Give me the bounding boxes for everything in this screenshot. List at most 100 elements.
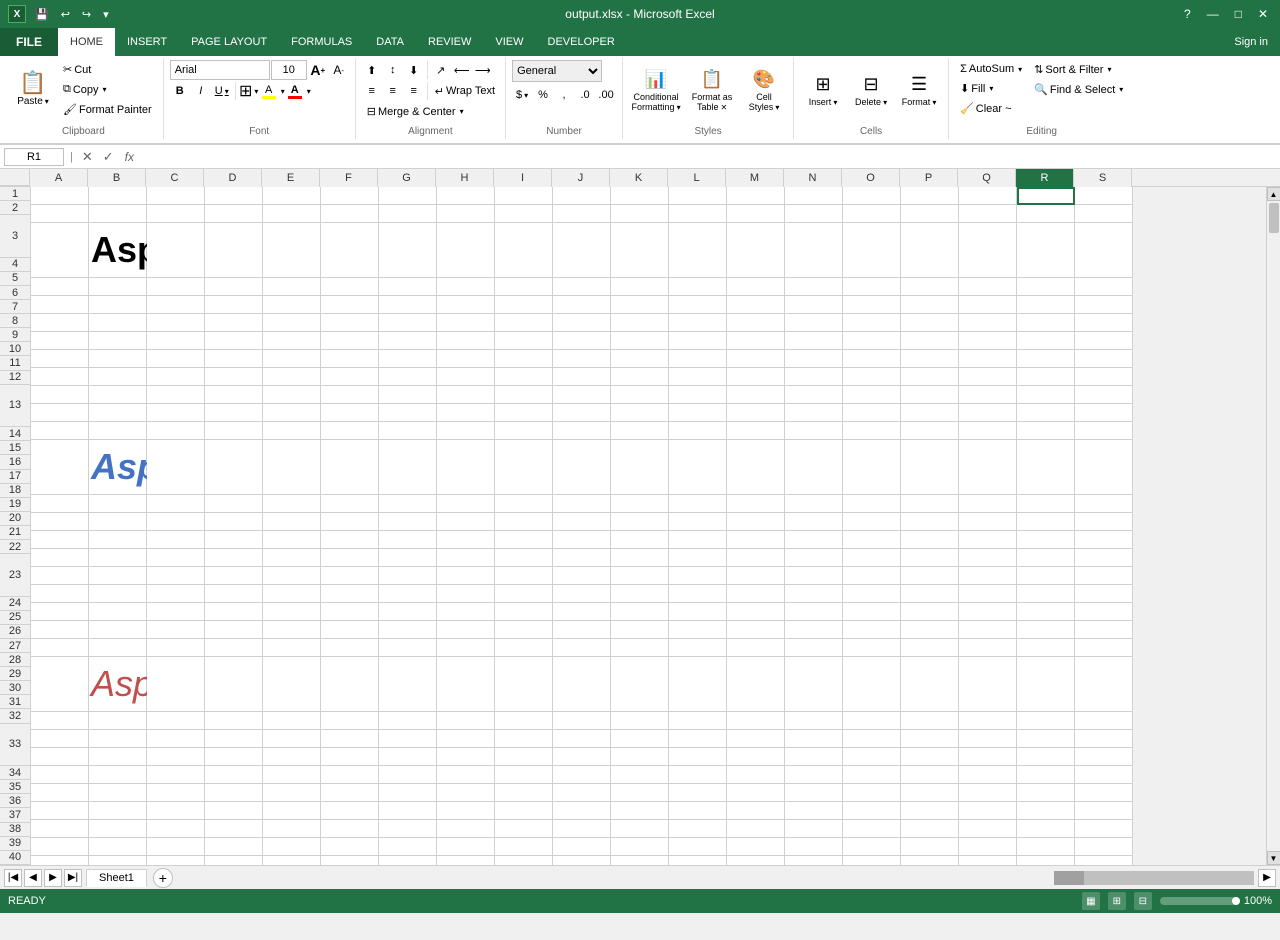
row-header-24[interactable]: 24 [0, 597, 30, 611]
row-header-30[interactable]: 30 [0, 681, 30, 695]
cell-I8[interactable] [495, 350, 553, 368]
cell-G13[interactable] [379, 440, 437, 495]
cell-C24[interactable] [147, 712, 205, 730]
cell-H29[interactable] [437, 802, 495, 820]
cell-K5[interactable] [611, 296, 669, 314]
cell-D2[interactable] [205, 205, 263, 223]
cell-C3[interactable] [147, 223, 205, 278]
cell-L22[interactable] [669, 639, 727, 657]
cell-R26[interactable] [1017, 748, 1075, 766]
cell-S14[interactable] [1075, 495, 1133, 513]
cell-L15[interactable] [669, 513, 727, 531]
cell-F13[interactable] [321, 440, 379, 495]
cell-B11[interactable] [89, 404, 147, 422]
cell-I25[interactable] [495, 730, 553, 748]
cell-K13[interactable] [611, 440, 669, 495]
cell-F5[interactable] [321, 296, 379, 314]
cell-E18[interactable] [263, 567, 321, 585]
cell-G14[interactable] [379, 495, 437, 513]
cell-A19[interactable] [31, 585, 89, 603]
cell-F25[interactable] [321, 730, 379, 748]
cell-Q19[interactable] [959, 585, 1017, 603]
cell-C19[interactable] [147, 585, 205, 603]
cell-O20[interactable] [843, 603, 901, 621]
cell-B16[interactable] [89, 531, 147, 549]
cell-Q23[interactable] [959, 657, 1017, 712]
cell-Q11[interactable] [959, 404, 1017, 422]
cell-L32[interactable] [669, 856, 727, 865]
format-button[interactable]: ☰ Format▾ [896, 60, 942, 120]
cell-D18[interactable] [205, 567, 263, 585]
cell-L25[interactable] [669, 730, 727, 748]
cell-P21[interactable] [901, 621, 959, 639]
cell-D5[interactable] [205, 296, 263, 314]
cell-E29[interactable] [263, 802, 321, 820]
cell-E28[interactable] [263, 784, 321, 802]
cell-H13[interactable] [437, 440, 495, 495]
cell-A22[interactable] [31, 639, 89, 657]
cell-G28[interactable] [379, 784, 437, 802]
cell-A17[interactable] [31, 549, 89, 567]
cell-R5[interactable] [1017, 296, 1075, 314]
cell-E5[interactable] [263, 296, 321, 314]
cell-J2[interactable] [553, 205, 611, 223]
cell-K27[interactable] [611, 766, 669, 784]
align-middle-button[interactable]: ↕ [383, 60, 403, 80]
cell-J20[interactable] [553, 603, 611, 621]
cell-L4[interactable] [669, 278, 727, 296]
cell-C22[interactable] [147, 639, 205, 657]
cell-C15[interactable] [147, 513, 205, 531]
cell-A31[interactable] [31, 838, 89, 856]
cell-H17[interactable] [437, 549, 495, 567]
cell-E11[interactable] [263, 404, 321, 422]
cell-F15[interactable] [321, 513, 379, 531]
cell-J18[interactable] [553, 567, 611, 585]
merge-center-dropdown[interactable]: ▾ [460, 107, 464, 116]
cell-D16[interactable] [205, 531, 263, 549]
cell-Q27[interactable] [959, 766, 1017, 784]
col-header-P[interactable]: P [900, 169, 958, 187]
cell-O17[interactable] [843, 549, 901, 567]
col-header-I[interactable]: I [494, 169, 552, 187]
cell-B22[interactable] [89, 639, 147, 657]
row-header-37[interactable]: 37 [0, 808, 30, 822]
cell-F28[interactable] [321, 784, 379, 802]
delete-button[interactable]: ⊟ Delete▾ [848, 60, 894, 120]
row-header-3[interactable]: 3 [0, 215, 30, 258]
cell-M25[interactable] [727, 730, 785, 748]
cell-R25[interactable] [1017, 730, 1075, 748]
cell-M3[interactable] [727, 223, 785, 278]
cell-N19[interactable] [785, 585, 843, 603]
cell-G26[interactable] [379, 748, 437, 766]
cell-A11[interactable] [31, 404, 89, 422]
cell-O29[interactable] [843, 802, 901, 820]
fill-button[interactable]: ⬇ Fill ▾ [955, 79, 1027, 98]
cell-L16[interactable] [669, 531, 727, 549]
cell-H25[interactable] [437, 730, 495, 748]
normal-view-btn[interactable]: ▦ [1082, 892, 1100, 910]
cell-P24[interactable] [901, 712, 959, 730]
cell-B21[interactable] [89, 621, 147, 639]
cell-J11[interactable] [553, 404, 611, 422]
cell-R20[interactable] [1017, 603, 1075, 621]
cell-O10[interactable] [843, 386, 901, 404]
cell-I26[interactable] [495, 748, 553, 766]
cell-N15[interactable] [785, 513, 843, 531]
increase-decimal-button[interactable]: .00 [596, 85, 616, 105]
scroll-down-btn[interactable]: ▼ [1267, 851, 1280, 865]
cell-A13[interactable] [31, 440, 89, 495]
cell-J22[interactable] [553, 639, 611, 657]
cell-H28[interactable] [437, 784, 495, 802]
cell-Q31[interactable] [959, 838, 1017, 856]
cell-styles-button[interactable]: 🎨 CellStyles▾ [741, 60, 787, 120]
cell-G29[interactable] [379, 802, 437, 820]
cell-K26[interactable] [611, 748, 669, 766]
cell-Q9[interactable] [959, 368, 1017, 386]
cell-I13[interactable] [495, 440, 553, 495]
cell-F2[interactable] [321, 205, 379, 223]
cell-F20[interactable] [321, 603, 379, 621]
cell-L9[interactable] [669, 368, 727, 386]
cell-K30[interactable] [611, 820, 669, 838]
cell-N14[interactable] [785, 495, 843, 513]
cell-C27[interactable] [147, 766, 205, 784]
